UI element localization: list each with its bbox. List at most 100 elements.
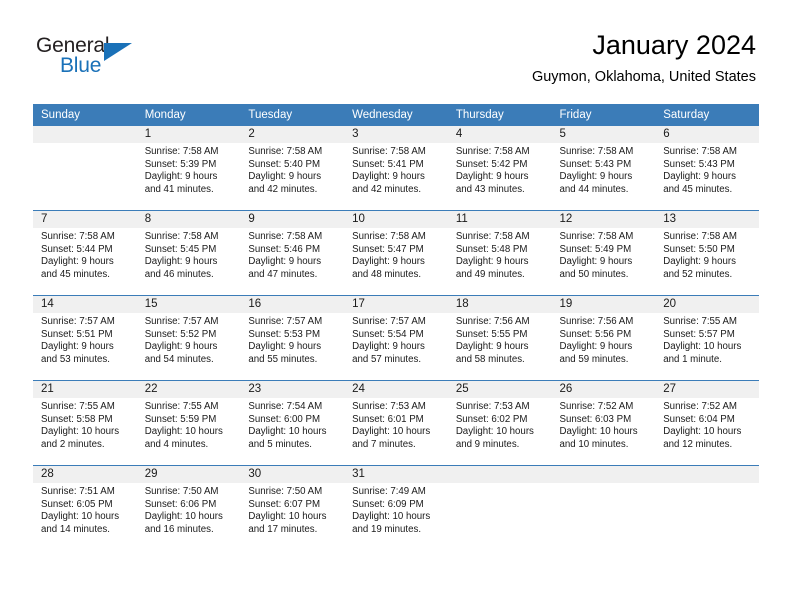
- location-subtitle: Guymon, Oklahoma, United States: [531, 69, 756, 85]
- calendar-day-cell[interactable]: 12 Sunrise: 7:58 AM Sunset: 5:49 PM Dayligh…: [551, 210, 656, 296]
- day-cell-content: 12 Sunrise: 7:58 AM Sunset: 5:49 PM Dayligh…: [551, 211, 656, 295]
- daylight-text-line2: and 50 minutes.: [559, 268, 629, 280]
- daylight-text-line2: and 47 minutes.: [248, 268, 318, 280]
- sunrise-text: Sunrise: 7:58 AM: [144, 231, 219, 242]
- calendar-day-cell[interactable]: 3 Sunrise: 7:58 AM Sunset: 5:41 PM Daylight…: [344, 126, 448, 211]
- daylight-text-line1: Daylight: 9 hours: [455, 171, 529, 183]
- calendar-day-cell[interactable]: 10 Sunrise: 7:58 AM Sunset: 5:47 PM Dayligh…: [344, 210, 448, 296]
- daylight-text-line1: Daylight: 10 hours: [663, 341, 742, 353]
- day-number: 3: [344, 126, 448, 143]
- daylight-text-line1: Daylight: 10 hours: [663, 426, 742, 438]
- daylight-text-line2: and 46 minutes.: [144, 268, 214, 280]
- sunset-text: Sunset: 5:56 PM: [559, 328, 632, 340]
- day-cell-content: 19 Sunrise: 7:56 AM Sunset: 5:56 PM Dayligh…: [551, 296, 656, 380]
- day-cell-content: 10 Sunrise: 7:58 AM Sunset: 5:47 PM Dayligh…: [344, 211, 448, 295]
- day-details: Sunrise: 7:58 AM Sunset: 5:39 PM Daylight:…: [137, 143, 241, 196]
- sunset-text: Sunset: 5:44 PM: [41, 243, 113, 255]
- calendar-day-cell[interactable]: 4 Sunrise: 7:58 AM Sunset: 5:42 PM Daylight…: [447, 126, 552, 211]
- calendar-day-cell[interactable]: 16 Sunrise: 7:57 AM Sunset: 5:53 PM Dayligh…: [240, 295, 345, 381]
- calendar-cell-empty: [655, 465, 759, 550]
- daylight-text-line2: and 53 minutes.: [41, 353, 110, 365]
- day-cell-content: 11 Sunrise: 7:58 AM Sunset: 5:48 PM Dayligh…: [447, 211, 552, 295]
- sunrise-text: Sunrise: 7:57 AM: [144, 316, 219, 327]
- daylight-text-line1: Daylight: 9 hours: [248, 171, 322, 183]
- calendar-day-cell[interactable]: 5 Sunrise: 7:58 AM Sunset: 5:43 PM Daylight…: [551, 126, 656, 211]
- sunrise-text: Sunrise: 7:58 AM: [663, 231, 737, 242]
- day-number: [655, 466, 759, 483]
- calendar-day-cell[interactable]: 22 Sunrise: 7:55 AM Sunset: 5:59 PM Dayligh…: [136, 380, 241, 466]
- day-details: Sunrise: 7:58 AM Sunset: 5:49 PM Daylight:…: [552, 228, 656, 281]
- daylight-text-line1: Daylight: 9 hours: [248, 256, 322, 268]
- sunset-text: Sunset: 5:50 PM: [663, 243, 735, 255]
- day-details: Sunrise: 7:58 AM Sunset: 5:42 PM Daylight:…: [448, 143, 552, 196]
- day-cell-content: 29 Sunrise: 7:50 AM Sunset: 6:06 PM Dayligh…: [136, 466, 241, 550]
- day-number: 30: [240, 466, 345, 483]
- sunset-text: Sunset: 6:01 PM: [352, 413, 424, 425]
- day-number: 22: [136, 381, 241, 398]
- day-cell-content: 22 Sunrise: 7:55 AM Sunset: 5:59 PM Dayligh…: [136, 381, 241, 465]
- day-details: Sunrise: 7:58 AM Sunset: 5:45 PM Daylight:…: [137, 228, 241, 281]
- day-details: Sunrise: 7:57 AM Sunset: 5:54 PM Daylight:…: [344, 313, 448, 366]
- calendar-page: General Blue January 2024 Guymon, Oklaho…: [0, 0, 792, 612]
- calendar-day-cell[interactable]: 13 Sunrise: 7:58 AM Sunset: 5:50 PM Dayligh…: [655, 210, 759, 296]
- daylight-text-line1: Daylight: 9 hours: [455, 341, 529, 353]
- daylight-text-line2: and 58 minutes.: [455, 353, 525, 365]
- sunset-text: Sunset: 5:49 PM: [559, 243, 632, 255]
- sunset-text: Sunset: 5:58 PM: [41, 413, 113, 425]
- day-number: 20: [655, 296, 759, 313]
- day-number: 12: [551, 211, 656, 228]
- day-number: 1: [136, 126, 241, 143]
- day-number: 13: [655, 211, 759, 228]
- calendar-day-cell[interactable]: 18 Sunrise: 7:56 AM Sunset: 5:55 PM Dayligh…: [447, 295, 552, 381]
- day-cell-content: 17 Sunrise: 7:57 AM Sunset: 5:54 PM Dayligh…: [344, 296, 448, 380]
- day-cell-content: 26 Sunrise: 7:52 AM Sunset: 6:03 PM Dayligh…: [551, 381, 656, 465]
- calendar-week-row: 1 Sunrise: 7:58 AM Sunset: 5:39 PM Daylight…: [33, 126, 759, 211]
- calendar-day-cell[interactable]: 11 Sunrise: 7:58 AM Sunset: 5:48 PM Dayligh…: [447, 210, 552, 296]
- calendar-day-cell[interactable]: 8 Sunrise: 7:58 AM Sunset: 5:45 PM Daylight…: [136, 210, 241, 296]
- calendar-day-cell[interactable]: 20 Sunrise: 7:55 AM Sunset: 5:57 PM Dayligh…: [655, 295, 759, 381]
- day-details: Sunrise: 7:54 AM Sunset: 6:00 PM Daylight:…: [240, 398, 344, 451]
- day-cell-content: 9 Sunrise: 7:58 AM Sunset: 5:46 PM Daylight…: [240, 211, 345, 295]
- calendar-day-cell[interactable]: 28 Sunrise: 7:51 AM Sunset: 6:05 PM Dayligh…: [33, 465, 137, 550]
- calendar-day-cell[interactable]: 31 Sunrise: 7:49 AM Sunset: 6:09 PM Dayligh…: [344, 465, 448, 550]
- daylight-text-line1: Daylight: 9 hours: [352, 341, 425, 353]
- calendar-day-cell[interactable]: 27 Sunrise: 7:52 AM Sunset: 6:04 PM Dayligh…: [655, 380, 759, 466]
- logo-text-blue: Blue: [60, 54, 102, 77]
- calendar-day-cell[interactable]: 25 Sunrise: 7:53 AM Sunset: 6:02 PM Dayligh…: [447, 380, 552, 466]
- daylight-text-line1: Daylight: 9 hours: [663, 171, 736, 183]
- day-cell-content: 20 Sunrise: 7:55 AM Sunset: 5:57 PM Dayligh…: [655, 296, 759, 380]
- calendar-day-cell[interactable]: 17 Sunrise: 7:57 AM Sunset: 5:54 PM Dayligh…: [344, 295, 448, 381]
- calendar-day-cell[interactable]: 23 Sunrise: 7:54 AM Sunset: 6:00 PM Dayligh…: [240, 380, 345, 466]
- calendar-day-cell[interactable]: 14 Sunrise: 7:57 AM Sunset: 5:51 PM Dayligh…: [33, 295, 137, 381]
- daylight-text-line2: and 10 minutes.: [559, 438, 629, 450]
- calendar-day-cell[interactable]: 21 Sunrise: 7:55 AM Sunset: 5:58 PM Dayligh…: [33, 380, 137, 466]
- calendar-day-cell[interactable]: 24 Sunrise: 7:53 AM Sunset: 6:01 PM Dayligh…: [344, 380, 448, 466]
- weekday-header-monday: Monday: [136, 104, 241, 126]
- day-cell-content: 28 Sunrise: 7:51 AM Sunset: 6:05 PM Dayligh…: [33, 466, 137, 550]
- weekday-header-friday: Friday: [551, 104, 656, 126]
- calendar-day-cell[interactable]: 6 Sunrise: 7:58 AM Sunset: 5:43 PM Daylight…: [655, 126, 759, 211]
- daylight-text-line2: and 55 minutes.: [248, 353, 318, 365]
- sunset-text: Sunset: 6:09 PM: [352, 498, 424, 510]
- day-details: Sunrise: 7:58 AM Sunset: 5:43 PM Daylight:…: [655, 143, 759, 196]
- calendar-week-row: 21 Sunrise: 7:55 AM Sunset: 5:58 PM Dayligh…: [33, 380, 759, 466]
- calendar-day-cell[interactable]: 29 Sunrise: 7:50 AM Sunset: 6:06 PM Dayligh…: [136, 465, 241, 550]
- calendar-day-cell[interactable]: 2 Sunrise: 7:58 AM Sunset: 5:40 PM Daylight…: [240, 126, 345, 211]
- day-details: Sunrise: 7:58 AM Sunset: 5:44 PM Daylight:…: [33, 228, 137, 281]
- sunset-text: Sunset: 5:54 PM: [352, 328, 424, 340]
- calendar-day-cell[interactable]: 1 Sunrise: 7:58 AM Sunset: 5:39 PM Daylight…: [136, 126, 241, 211]
- calendar-day-cell[interactable]: 7 Sunrise: 7:58 AM Sunset: 5:44 PM Daylight…: [33, 210, 137, 296]
- calendar-day-cell[interactable]: 15 Sunrise: 7:57 AM Sunset: 5:52 PM Dayligh…: [136, 295, 241, 381]
- sunset-text: Sunset: 5:43 PM: [663, 158, 735, 170]
- calendar-day-cell[interactable]: 26 Sunrise: 7:52 AM Sunset: 6:03 PM Dayligh…: [551, 380, 656, 466]
- calendar-day-cell[interactable]: 19 Sunrise: 7:56 AM Sunset: 5:56 PM Dayligh…: [551, 295, 656, 381]
- sunrise-text: Sunrise: 7:58 AM: [455, 231, 530, 242]
- day-number: 4: [447, 126, 552, 143]
- daylight-text-line2: and 59 minutes.: [559, 353, 629, 365]
- calendar-day-cell[interactable]: 30 Sunrise: 7:50 AM Sunset: 6:07 PM Dayligh…: [240, 465, 345, 550]
- day-number: 25: [447, 381, 552, 398]
- sunrise-text: Sunrise: 7:53 AM: [352, 401, 426, 412]
- calendar-day-cell[interactable]: 9 Sunrise: 7:58 AM Sunset: 5:46 PM Daylight…: [240, 210, 345, 296]
- sunset-text: Sunset: 5:43 PM: [559, 158, 632, 170]
- day-details: Sunrise: 7:50 AM Sunset: 6:06 PM Daylight:…: [137, 483, 241, 536]
